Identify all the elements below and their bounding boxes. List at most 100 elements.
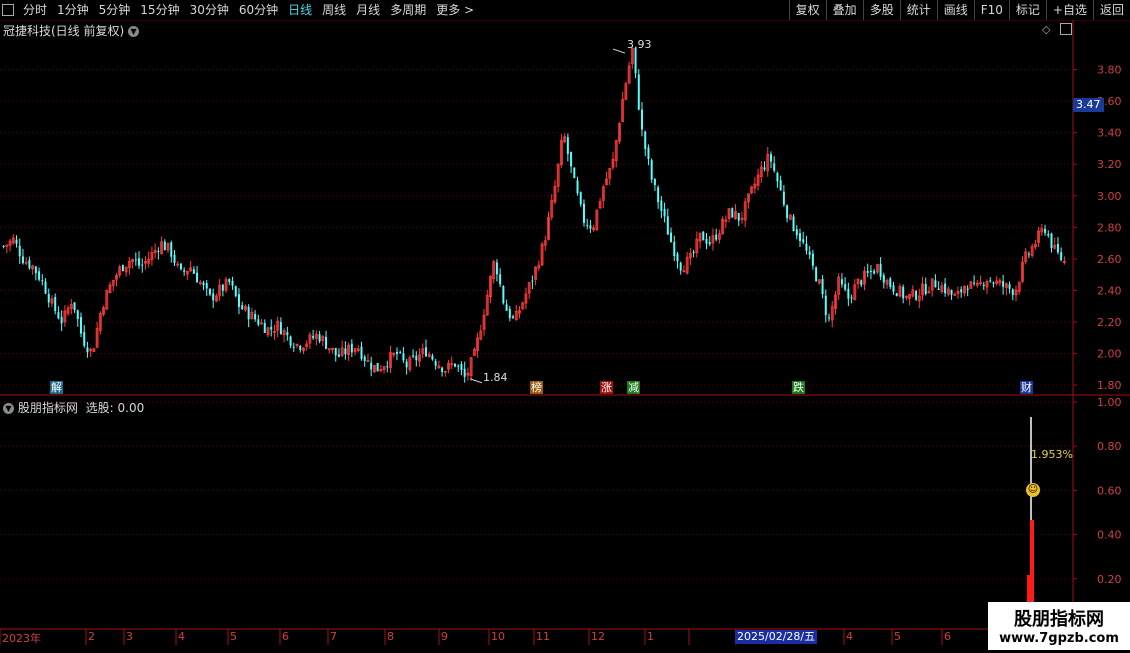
candle-body	[673, 241, 676, 256]
event-marker-reduce[interactable]: 减	[627, 381, 640, 394]
candle-body	[586, 224, 589, 226]
candle-body	[715, 234, 718, 240]
candle-body	[650, 160, 653, 180]
chart-area[interactable]: 3.80 3.60 3.40 3.20 3.00 2.80 2.60 2.40 2.20 2.00…	[0, 20, 1130, 650]
x-axis-label: 5	[894, 630, 901, 643]
indicator-title: 股朋指标网	[17, 401, 78, 415]
candle-body	[21, 256, 24, 264]
candle-body	[570, 151, 573, 167]
candle-body	[415, 355, 418, 361]
candle-body	[1011, 289, 1014, 295]
candle-body	[205, 283, 208, 289]
window-icon[interactable]	[2, 4, 14, 16]
action-button-5[interactable]: F10	[973, 0, 1009, 20]
candle-body	[234, 286, 237, 297]
event-marker-rank[interactable]: 榜	[530, 381, 543, 394]
candle-body	[337, 354, 340, 357]
period-tab-10[interactable]: 更多 >	[431, 0, 479, 20]
action-button-3[interactable]: 统计	[899, 0, 937, 20]
period-tab-9[interactable]: 多周期	[385, 0, 431, 20]
candle-body	[292, 346, 295, 348]
period-tab-7[interactable]: 周线	[317, 0, 351, 20]
candle-body	[44, 281, 47, 294]
action-button-6[interactable]: 标记	[1008, 0, 1046, 20]
candle-body	[882, 275, 885, 283]
action-buttons: 复权 叠加 多股 统计 画线 F10 标记 +自选 返回	[788, 0, 1130, 20]
indicator-y-tick-label: 0.20	[1097, 573, 1122, 586]
period-tab-8[interactable]: 月线	[351, 0, 385, 20]
action-button-8[interactable]: 返回	[1092, 0, 1130, 20]
event-marker-unlock[interactable]: 解	[50, 381, 63, 394]
candle-body	[86, 347, 89, 353]
y-tick-label: 2.20	[1097, 316, 1122, 329]
action-button-7[interactable]: +自选	[1045, 0, 1093, 20]
action-button-2[interactable]: 多股	[862, 0, 900, 20]
candle-body	[589, 225, 592, 229]
indicator-y-tick-label: 0.40	[1097, 529, 1122, 542]
candle-body	[915, 291, 918, 300]
x-axis-label: 2023年	[2, 632, 41, 645]
period-tab-2[interactable]: 5分钟	[94, 0, 136, 20]
period-tab-5[interactable]: 60分钟	[234, 0, 283, 20]
indicator-dropdown-icon[interactable]: ▼	[3, 403, 14, 414]
candle-body	[679, 262, 682, 271]
x-axis-label: 6	[944, 630, 951, 643]
candle-body	[763, 167, 766, 170]
kline-chart[interactable]: 3.803.603.403.203.002.802.602.402.202.00…	[0, 20, 1130, 650]
candle-body	[312, 336, 315, 339]
indicator-y-tick-label: 0.80	[1097, 440, 1122, 453]
period-tab-3[interactable]: 15分钟	[135, 0, 184, 20]
candle-body	[653, 179, 656, 185]
candle-body	[670, 232, 673, 243]
candle-body	[57, 312, 60, 319]
candle-body	[83, 332, 86, 346]
candle-body	[666, 216, 669, 235]
event-marker-rise[interactable]: 涨	[600, 381, 613, 394]
candle-body	[434, 361, 437, 366]
candle-body	[641, 109, 644, 130]
candle-body	[566, 137, 569, 154]
candle-body	[844, 284, 847, 290]
x-axis-label: 11	[536, 630, 550, 643]
candle-body	[28, 259, 31, 268]
candle-body	[279, 322, 282, 335]
candle-body	[828, 317, 831, 319]
period-tab-4[interactable]: 30分钟	[185, 0, 234, 20]
current-price-tag: 3.47	[1073, 98, 1104, 112]
y-tick-label: 2.80	[1097, 221, 1122, 234]
x-axis-label: 10	[491, 630, 505, 643]
candle-body	[512, 316, 515, 318]
watermark-logo: 股朋指标网 www.7gpzb.com	[988, 602, 1130, 650]
y-tick-label: 2.60	[1097, 253, 1122, 266]
candle-body	[370, 362, 373, 370]
event-marker-finance[interactable]: 财	[1020, 381, 1033, 394]
period-tab-0[interactable]: 分时	[18, 0, 52, 20]
x-axis: 2023年234567891011121234567 2025/02/28/五	[0, 630, 1073, 646]
candle-body	[1060, 252, 1063, 260]
period-tab-6[interactable]: 日线	[283, 0, 317, 20]
candle-body	[637, 74, 640, 110]
period-tab-1[interactable]: 1分钟	[52, 0, 94, 20]
action-button-0[interactable]: 复权	[788, 0, 826, 20]
x-axis-label: 1	[647, 630, 654, 643]
dropdown-icon[interactable]: ▼	[128, 26, 140, 37]
action-button-1[interactable]: 叠加	[825, 0, 863, 20]
candle-body	[508, 308, 511, 319]
y-tick-label: 3.80	[1097, 64, 1122, 77]
candle-body	[795, 229, 798, 236]
x-axis-label: 4	[178, 630, 185, 643]
panel-toggle-icon[interactable]	[1060, 23, 1072, 35]
candle-body	[350, 343, 353, 353]
x-axis-label: 5	[230, 630, 237, 643]
candle-body	[815, 267, 818, 282]
indicator-y-tick-label: 0.60	[1097, 484, 1122, 497]
diamond-icon[interactable]: ◇	[1042, 23, 1050, 36]
action-button-4[interactable]: 画线	[936, 0, 974, 20]
candle-body	[395, 351, 398, 355]
candle-body	[647, 147, 650, 159]
event-marker-fall[interactable]: 跌	[792, 381, 805, 394]
y-tick-label: 3.20	[1097, 158, 1122, 171]
candle-body	[334, 347, 337, 356]
candle-body	[247, 306, 250, 320]
candle-body	[531, 280, 534, 282]
